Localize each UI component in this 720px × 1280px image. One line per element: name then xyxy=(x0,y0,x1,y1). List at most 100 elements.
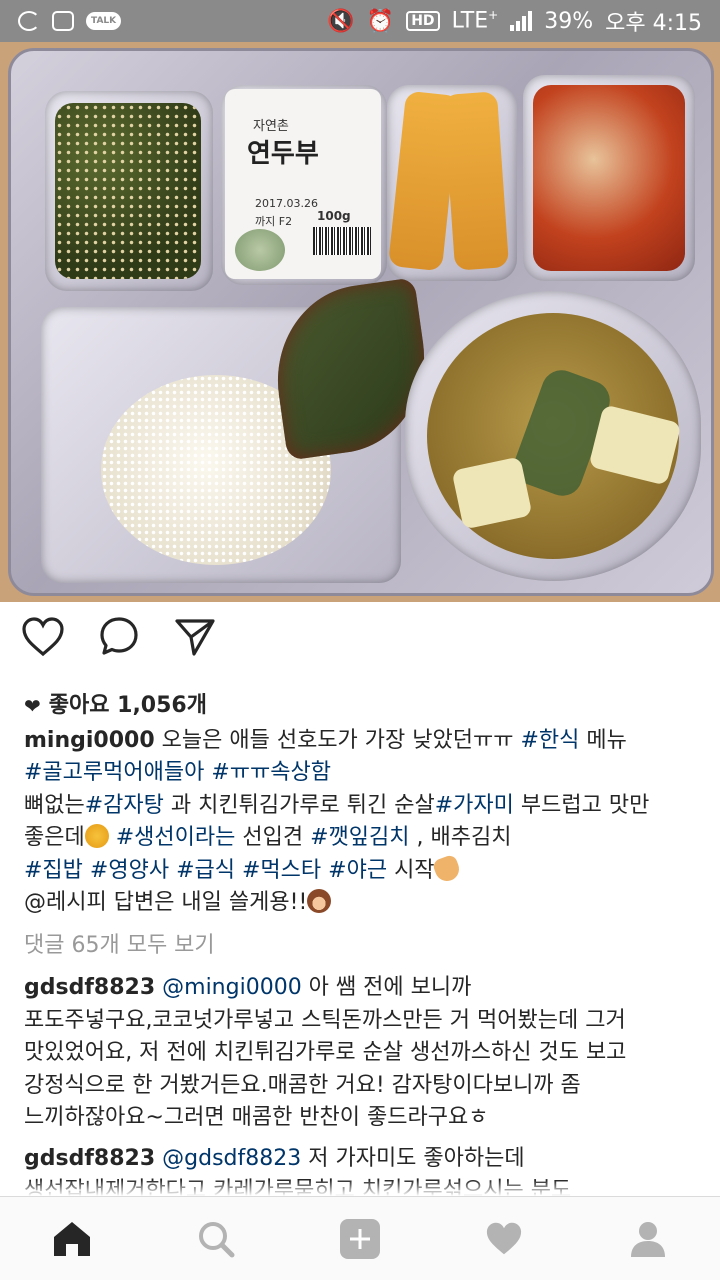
potato xyxy=(451,456,533,530)
text-segment: 선입견 xyxy=(235,825,311,850)
view-all-comments-link[interactable]: 댓글 65개 모두 보기 xyxy=(24,930,696,963)
post-photo[interactable]: 자연촌 연두부 2017.03.26 까지 F2 100g xyxy=(0,42,720,602)
comment-line: 포도주넣구요,코코넛가루넣고 스틱돈까스만든 거 먹어봤는데 그거 xyxy=(24,1005,696,1038)
text-segment: 시작 xyxy=(387,857,435,883)
text-segment: 좋은데 xyxy=(24,825,85,850)
nav-home[interactable] xyxy=(42,1209,102,1269)
kimchi xyxy=(533,85,685,271)
profile-icon xyxy=(631,1221,665,1257)
text-segment: 메뉴 xyxy=(579,727,627,753)
hashtag-link[interactable]: #야근 xyxy=(328,858,387,883)
hashtag-link[interactable]: #생선이라는 xyxy=(116,825,236,850)
battery-level: 39% xyxy=(544,8,594,34)
caption-line: mingi0000 오늘은 애들 선호도가 가장 낮았던ㅠㅠ #한식 메뉴 xyxy=(24,725,696,758)
tray-compartment-namul xyxy=(45,91,213,291)
status-bar-system: 🔇 ⏰ HD LTE+ 39% 오후 4:15 xyxy=(327,5,702,37)
hashtag-link[interactable]: #가자미 xyxy=(435,793,514,818)
potato xyxy=(588,404,682,486)
hashtag-link[interactable]: #급식 xyxy=(176,858,235,883)
comment-username[interactable]: gdsdf8823 xyxy=(24,975,155,1000)
activity-heart-icon xyxy=(486,1222,522,1254)
nav-search[interactable] xyxy=(186,1209,246,1269)
hashtag-link[interactable]: #감자탕 xyxy=(85,793,164,818)
tofu-lot: 까지 F2 xyxy=(255,215,293,228)
bottom-navigation xyxy=(0,1196,720,1280)
comment-line: 느끼하잖아요~그러면 매콤한 반찬이 좋드라구요ㅎ xyxy=(24,1102,696,1135)
nav-add-post[interactable] xyxy=(330,1209,390,1269)
mute-icon: 🔇 xyxy=(327,8,355,34)
comment-list: gdsdf8823 @mingi0000 아 쌤 전에 보니까 포도주넣구요,코코… xyxy=(24,972,696,1208)
post-actions xyxy=(20,614,218,660)
status-bar-notifications: TALK xyxy=(18,11,122,31)
hashtag-link[interactable]: #깻잎김치 xyxy=(310,825,409,850)
caption-username[interactable]: mingi0000 xyxy=(24,728,155,753)
text-segment: 뼈없는 xyxy=(24,792,85,818)
text-segment: 아 쌤 전에 보니까 xyxy=(301,975,472,1000)
text-segment xyxy=(235,858,242,883)
hashtag-link[interactable]: @mingi0000 xyxy=(155,975,302,1000)
add-post-icon xyxy=(340,1218,380,1259)
emoji-icon xyxy=(307,889,332,913)
potato-stew xyxy=(427,313,682,559)
alarm-icon: ⏰ xyxy=(366,8,395,34)
text-segment: 부드럽고 맛만 xyxy=(513,792,650,818)
text-segment: 맛있었어요, 저 전에 치킨튀김가루로 순살 생선까스하신 것도 보고 xyxy=(24,1040,627,1065)
heart-outline-icon xyxy=(22,617,64,657)
caption-line: #골고루먹어애들아 #ㅠㅠ속상함 xyxy=(24,757,696,790)
app-notification-icon xyxy=(18,11,40,31)
tofu-name: 연두부 xyxy=(247,139,319,169)
hashtag-link[interactable]: #먹스타 xyxy=(242,858,321,883)
comment-line: gdsdf8823 @gdsdf8823 저 가자미도 좋아하는데 xyxy=(24,1143,696,1176)
tray-compartment-tofu: 자연촌 연두부 2017.03.26 까지 F2 100g xyxy=(221,85,387,285)
like-button[interactable] xyxy=(20,614,66,660)
text-segment: 오늘은 애들 선호도가 가장 낮았던ㅠㅠ xyxy=(154,727,521,753)
paper-plane-icon xyxy=(175,619,215,656)
heart-filled-icon: ❤ xyxy=(24,694,41,718)
caption-line: #집밥 #영양사 #급식 #먹스타 #야근 시작 xyxy=(24,853,696,888)
tofu-brand: 자연촌 xyxy=(253,119,289,134)
network-type: LTE+ xyxy=(451,8,499,34)
hashtag-link[interactable]: #영양사 xyxy=(90,858,169,883)
post-content: ❤ 좋아요 1,056개 mingi0000 오늘은 애들 선호도가 가장 낮았… xyxy=(24,690,696,1208)
tofu-date: 2017.03.26 xyxy=(255,197,318,210)
seasoned-vegetables xyxy=(55,103,201,279)
soft-tofu-package: 자연촌 연두부 2017.03.26 까지 F2 100g xyxy=(225,89,381,279)
signal-icon xyxy=(510,11,533,31)
tray-compartment-kimchi xyxy=(523,75,695,281)
clock: 오후 4:15 xyxy=(605,11,702,36)
hashtag-link[interactable]: #한식 xyxy=(520,728,579,753)
package-illustration xyxy=(235,229,285,271)
text-segment xyxy=(109,825,116,850)
text-segment: @레시피 답변은 내일 쓸게용!! xyxy=(24,890,308,915)
caption-line: 좋은데 #생선이라는 선입견 #깻잎김치 , 배추김치 xyxy=(24,822,696,855)
kakaotalk-notification-icon: TALK xyxy=(86,12,122,30)
comment-button[interactable] xyxy=(96,614,142,660)
hashtag-link[interactable]: #골고루먹어애들아 xyxy=(24,760,204,785)
likes-label: 좋아요 1,056개 xyxy=(48,693,207,718)
home-icon xyxy=(54,1221,90,1256)
emoji-icon xyxy=(431,853,462,884)
share-button[interactable] xyxy=(172,614,218,660)
gallery-notification-icon xyxy=(52,11,74,31)
like-count[interactable]: ❤ 좋아요 1,056개 xyxy=(24,690,696,723)
comment-line: 맛있었어요, 저 전에 치킨튀김가루로 순살 생선까스하신 것도 보고 xyxy=(24,1037,696,1070)
text-segment: , 배추김치 xyxy=(409,825,512,850)
text-segment: 느끼하잖아요~그러면 매콤한 반찬이 좋드라구요ㅎ xyxy=(24,1105,489,1130)
tray-compartment-soup xyxy=(405,291,701,581)
comment-line: gdsdf8823 @mingi0000 아 쌤 전에 보니까 xyxy=(24,972,696,1005)
status-bar: TALK 🔇 ⏰ HD LTE+ 39% 오후 4:15 xyxy=(0,0,720,42)
hashtag-link[interactable]: #집밥 xyxy=(24,858,83,883)
comment: gdsdf8823 @mingi0000 아 쌤 전에 보니까 포도주넣구요,코코… xyxy=(24,972,696,1135)
text-segment: 강정식으로 한 거봤거든요.매콤한 거요! 감자탕이다보니까 좀 xyxy=(24,1072,581,1098)
tray-compartment-fish xyxy=(387,85,517,281)
tofu-weight: 100g xyxy=(317,209,351,223)
hashtag-link[interactable]: #ㅠㅠ속상함 xyxy=(211,760,331,785)
comment-bubble-icon xyxy=(100,617,138,655)
hashtag-link[interactable]: @gdsdf8823 xyxy=(155,1146,301,1171)
comment-username[interactable]: gdsdf8823 xyxy=(24,1146,155,1171)
text-segment xyxy=(83,858,90,883)
search-icon xyxy=(199,1221,235,1257)
nav-profile[interactable] xyxy=(618,1209,678,1269)
caption-line: 뼈없는#감자탕 과 치킨튀김가루로 튀긴 순살#가자미 부드럽고 맛만 xyxy=(24,790,696,823)
nav-activity[interactable] xyxy=(474,1209,534,1269)
